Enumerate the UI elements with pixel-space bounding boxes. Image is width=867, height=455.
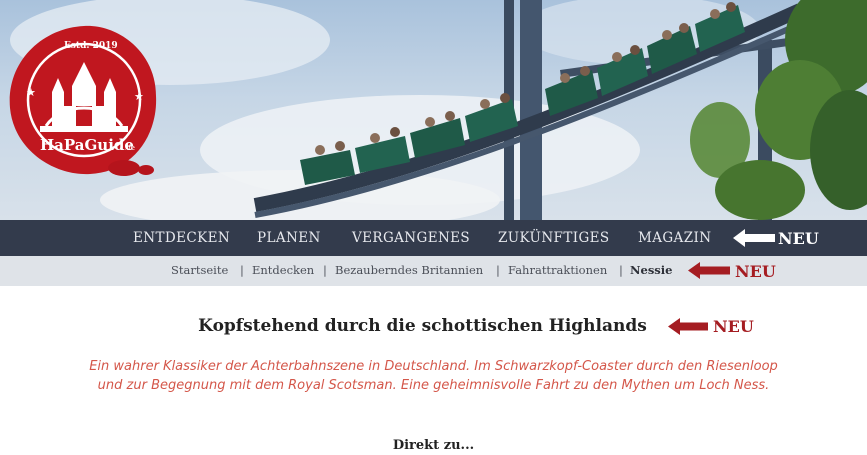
logo-estd-text: Estd. 2019 [64, 41, 118, 51]
nav-item-vergangenes[interactable]: VERGANGENES [352, 220, 470, 256]
lead-line-1: Ein wahrer Klassiker der Achterbahnszene… [89, 359, 778, 374]
page-title-text: Kopfstehend durch die schottischen Highl… [198, 316, 647, 336]
breadcrumb-separator: | [240, 263, 244, 277]
title-new-label: NEU [713, 317, 754, 336]
arrow-left-white-icon [733, 229, 775, 247]
arrow-left-red-icon [668, 318, 708, 335]
site-logo[interactable]: ★ ★ Estd. 2019 HaPaGuide .de [6, 22, 162, 182]
breadcrumb-item-britannien[interactable]: Bezauberndes Britannien [335, 256, 483, 286]
breadcrumb-separator: | [619, 263, 623, 277]
lead-line-2: und zur Begegnung mit dem Royal Scotsman… [97, 378, 770, 393]
nav-item-zukuenftiges[interactable]: ZUKÜNFTIGES [498, 220, 610, 256]
breadcrumb-item-current: Nessie [630, 263, 673, 277]
breadcrumb-item-entdecken[interactable]: Entdecken [252, 256, 314, 286]
arrow-left-red-icon [688, 262, 730, 279]
main-nav: ENTDECKEN PLANEN VERGANGENES ZUKÜNFTIGES… [0, 220, 867, 256]
lead-text: Ein wahrer Klassiker der Achterbahnszene… [40, 357, 827, 395]
logo-suffix-text: .de [124, 144, 135, 152]
breadcrumb: Startseite | Entdecken | Bezauberndes Br… [0, 256, 867, 286]
nav-item-planen[interactable]: PLANEN [257, 220, 321, 256]
svg-text:★: ★ [26, 86, 36, 99]
nav-new-label: NEU [778, 229, 819, 248]
svg-text:★: ★ [134, 90, 144, 103]
breadcrumb-new-label: NEU [735, 262, 776, 281]
hero-image: ★ ★ Estd. 2019 HaPaGuide .de [0, 0, 867, 220]
nav-item-entdecken[interactable]: ENTDECKEN [133, 220, 230, 256]
logo-name-text: HaPaGuide [40, 136, 134, 154]
breadcrumb-item-startseite[interactable]: Startseite [171, 256, 228, 286]
breadcrumb-separator: | [496, 263, 500, 277]
breadcrumb-item-fahrattraktionen[interactable]: Fahrattraktionen [508, 256, 607, 286]
jump-to-heading: Direkt zu... [392, 438, 475, 453]
breadcrumb-separator: | [323, 263, 327, 277]
nav-item-magazin[interactable]: MAGAZIN [638, 220, 711, 256]
